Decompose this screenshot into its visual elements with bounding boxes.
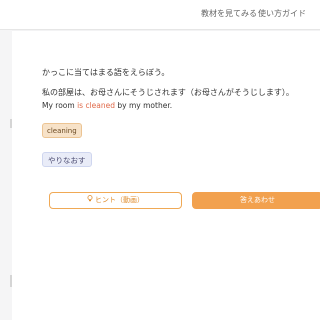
english-after: by my mother.	[115, 101, 173, 110]
answer-chip[interactable]: cleaning	[42, 123, 82, 138]
hint-label: ヒント（動画）	[95, 196, 144, 204]
guide-link[interactable]: 使い方ガイド	[258, 8, 306, 19]
japanese-sentence: 私の部屋は、お母さんにそうじされます（お母さんがそうじします）。	[42, 88, 294, 97]
english-highlight: is cleaned	[77, 101, 116, 110]
check-answer-button[interactable]: 答えあわせ	[192, 192, 320, 209]
instruction-text: かっこに当てはまる語をえらぼう。	[42, 68, 170, 77]
lightbulb-icon	[87, 193, 93, 208]
hint-video-button[interactable]: ヒント（動画）	[49, 192, 182, 209]
materials-link[interactable]: 教材を見てみる	[201, 8, 257, 19]
top-bar: 教材を見てみる 使い方ガイド	[0, 0, 320, 30]
left-rail	[0, 30, 12, 320]
english-sentence: My room is cleaned by my mother.	[42, 101, 172, 110]
redo-button[interactable]: やりなおす	[42, 152, 92, 167]
question-card: かっこに当てはまる語をえらぼう。 私の部屋は、お母さんにそうじされます（お母さん…	[12, 31, 320, 320]
english-before: My room	[42, 101, 78, 110]
